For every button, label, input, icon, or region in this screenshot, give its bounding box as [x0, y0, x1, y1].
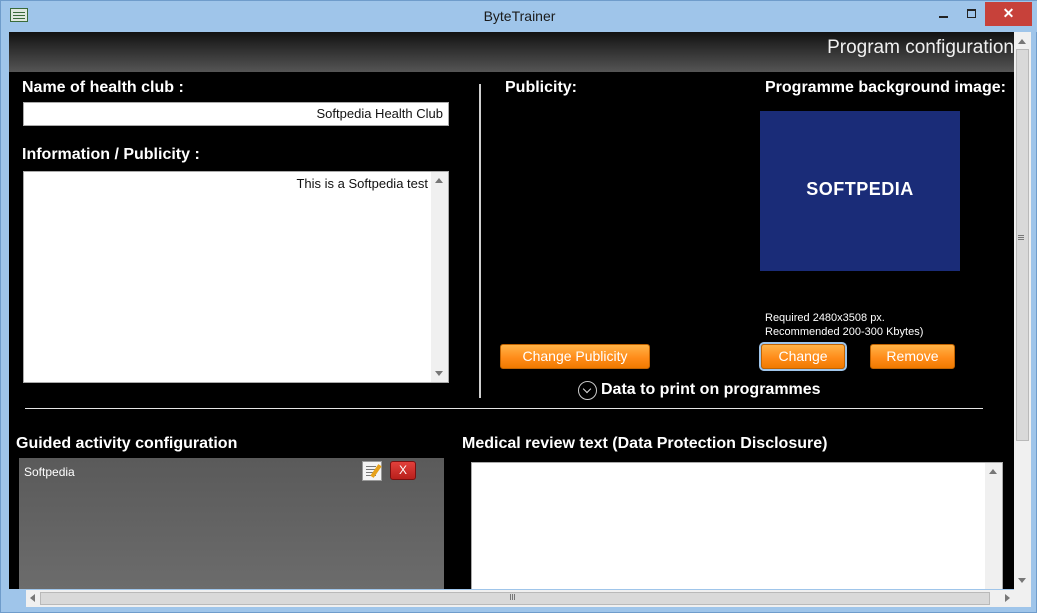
minimize-icon	[938, 16, 948, 18]
publicity-label: Publicity:	[505, 79, 578, 96]
close-button[interactable]: ✕	[985, 2, 1032, 26]
info-publicity-label: Information / Publicity :	[22, 146, 200, 163]
info-publicity-value: This is a Softpedia test	[296, 176, 428, 191]
expander-label[interactable]: Data to print on programmes	[601, 381, 821, 399]
horizontal-scrollbar[interactable]	[26, 590, 1014, 607]
list-item[interactable]: Softpedia	[24, 465, 75, 479]
scroll-down-icon[interactable]	[1018, 578, 1026, 583]
club-name-input[interactable]: Softpedia Health Club	[23, 102, 449, 126]
image-logo-text: SOFTPEDIA	[806, 179, 914, 199]
image-size-note: Required 2480x3508 px.	[765, 312, 885, 324]
app-window: ByteTrainer ✕ Program configuration Name…	[0, 0, 1037, 613]
guided-activity-label: Guided activity configuration	[16, 435, 238, 452]
club-name-label: Name of health club :	[22, 79, 184, 96]
scroll-down-icon[interactable]	[435, 371, 443, 376]
guided-activity-list: Softpedia X	[19, 458, 444, 589]
edit-note-icon[interactable]	[362, 461, 382, 481]
remove-image-button[interactable]: Remove	[870, 344, 955, 369]
grip-icon	[1018, 235, 1024, 236]
change-publicity-button[interactable]: Change Publicity	[500, 344, 650, 369]
change-image-button[interactable]: Change	[759, 342, 847, 371]
main-content: Program configuration Name of health clu…	[9, 32, 1014, 589]
club-name-value: Softpedia Health Club	[316, 106, 443, 121]
medical-review-label: Medical review text (Data Protection Dis…	[462, 435, 828, 452]
medical-scrollbar[interactable]	[985, 463, 1002, 589]
scroll-thumb[interactable]	[1016, 49, 1029, 441]
image-weight-note: Recommended 200-300 Kbytes)	[765, 326, 924, 338]
scroll-up-icon[interactable]	[435, 178, 443, 183]
grip-icon	[510, 594, 511, 600]
column-divider	[479, 84, 481, 398]
scroll-right-icon[interactable]	[1005, 594, 1010, 602]
background-image-label: Programme background image:	[765, 79, 1006, 96]
scroll-up-icon[interactable]	[989, 469, 997, 474]
vertical-scrollbar[interactable]	[1014, 32, 1031, 590]
maximize-button[interactable]	[957, 2, 985, 26]
maximize-icon	[966, 9, 976, 18]
info-publicity-textarea[interactable]: This is a Softpedia test	[23, 171, 449, 383]
page-title: Program configuration	[827, 37, 1014, 58]
chevron-down-icon[interactable]	[578, 381, 597, 400]
background-image-preview: SOFTPEDIA	[760, 111, 960, 271]
scroll-thumb[interactable]	[40, 592, 990, 605]
minimize-button[interactable]	[929, 2, 957, 26]
delete-x-icon[interactable]: X	[390, 461, 416, 480]
scroll-up-icon[interactable]	[1018, 39, 1026, 44]
close-icon: ✕	[1002, 5, 1015, 21]
info-scrollbar[interactable]	[431, 172, 448, 382]
section-divider	[25, 408, 983, 409]
scroll-left-icon[interactable]	[30, 594, 35, 602]
medical-review-textarea[interactable]	[471, 462, 1003, 589]
title-bar[interactable]: ByteTrainer ✕	[1, 1, 1037, 32]
scrollbar-corner	[1014, 590, 1031, 607]
window-title: ByteTrainer	[483, 8, 556, 24]
page-header: Program configuration	[9, 32, 1014, 72]
